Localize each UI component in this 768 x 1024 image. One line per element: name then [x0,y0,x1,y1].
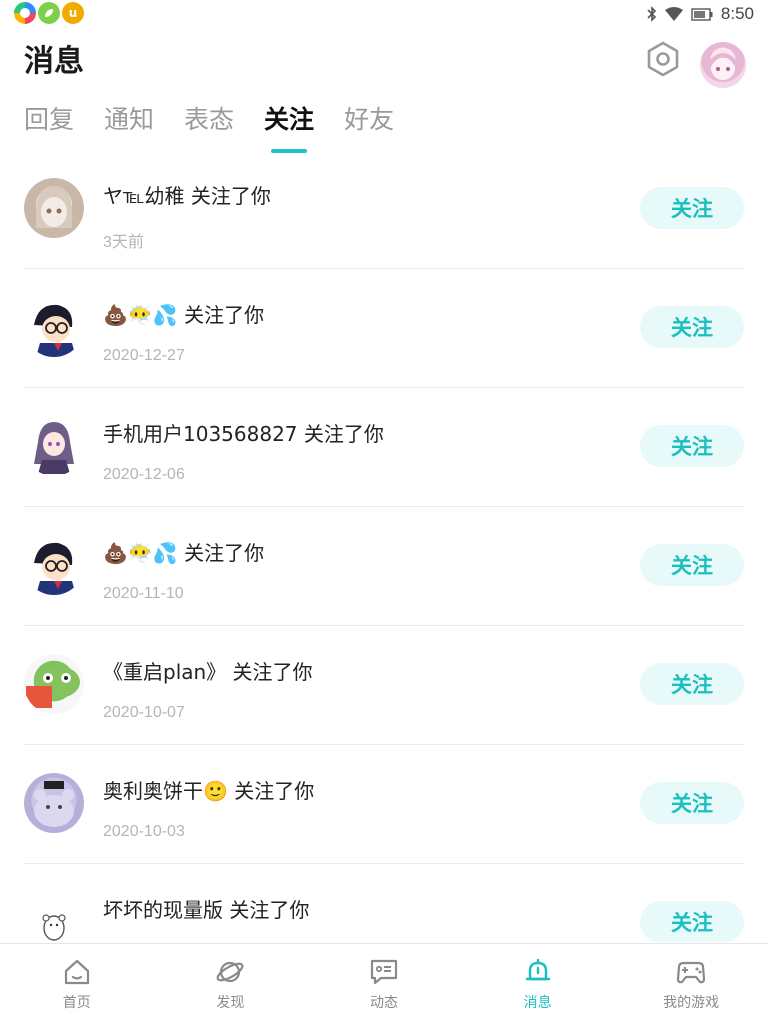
follow-time: 2020-12-27 [103,347,185,364]
feed-icon [368,956,400,988]
list-item: 💩😶‍🌫️💦 关注了你 2020-12-27 关注 [24,269,744,388]
status-bar: u 8:50 [0,0,768,28]
follow-message: 💩😶‍🌫️💦 关注了你 [103,303,265,327]
tab-reactions[interactable]: 表态 [184,100,234,156]
list-item: ヤ℡幼稚 关注了你 3天前 关注 [24,150,744,269]
follow-message: 《重启plan》 关注了你 [103,660,313,684]
nav-label: 我的游戏 [663,995,720,1011]
nav-label: 消息 [523,995,552,1011]
user-avatar[interactable] [24,178,84,238]
home-icon [61,956,93,988]
list-item: 坏坏的现量版 关注了你 关注 [24,864,744,942]
page-title: 消息 [24,44,84,79]
nav-label: 首页 [62,995,91,1011]
nav-messages[interactable]: 消息 [461,944,615,1024]
settings-button[interactable] [642,38,684,80]
message-tabs: 回复 通知 表态 关注 好友 [24,100,424,156]
nav-discover[interactable]: 发现 [154,944,308,1024]
status-app-icons: u [14,2,84,24]
anime-character-avatar-icon [34,422,74,474]
user-avatar[interactable] [24,773,84,833]
list-item: 💩😶‍🌫️💦 关注了你 2020-11-10 关注 [24,507,744,626]
follow-message: ヤ℡幼稚 关注了你 [103,184,271,208]
nav-label: 动态 [369,995,398,1011]
leaf-app-icon [38,2,60,24]
bottom-nav: 首页 发现 动态 消息 我的游戏 [0,943,768,1024]
planet-icon [214,956,246,988]
tab-friends[interactable]: 好友 [344,100,394,156]
user-avatar[interactable] [24,535,84,595]
follow-button[interactable]: 关注 [640,901,744,942]
tab-notifications[interactable]: 通知 [104,100,154,156]
follow-button[interactable]: 关注 [640,782,744,824]
follow-time: 2020-12-06 [103,466,185,483]
u-app-icon: u [62,2,84,24]
follow-message: 奥利奥饼干🙂 关注了你 [103,779,315,803]
frog-avatar-icon [26,666,80,708]
follow-button[interactable]: 关注 [640,306,744,348]
nav-home[interactable]: 首页 [0,944,154,1024]
list-item: 《重启plan》 关注了你 2020-10-07 关注 [24,626,744,745]
nav-feed[interactable]: 动态 [307,944,461,1024]
bluetooth-icon [647,6,657,22]
status-indicators: 8:50 [647,4,754,24]
follow-time: 2020-11-10 [103,585,184,602]
nav-my-games[interactable]: 我的游戏 [614,944,768,1024]
nav-label: 发现 [216,995,245,1011]
status-time: 8:50 [720,4,754,23]
follow-time: 2020-10-03 [103,823,185,840]
bear-avatar-icon [34,781,74,827]
follow-button[interactable]: 关注 [640,187,744,229]
detective-cartoon-avatar-icon [34,304,76,357]
follow-button[interactable]: 关注 [640,425,744,467]
list-item: 奥利奥饼干🙂 关注了你 2020-10-03 关注 [24,745,744,864]
follow-message: 💩😶‍🌫️💦 关注了你 [103,541,265,565]
detective-cartoon-avatar-icon [34,542,76,595]
follow-message: 坏坏的现量版 关注了你 [103,898,310,922]
follow-button[interactable]: 关注 [640,663,744,705]
gamepad-icon [675,956,707,988]
battery-icon [691,7,713,21]
multicolor-app-icon [14,2,36,24]
follow-message: 手机用户103568827 关注了你 [103,422,384,446]
user-avatar[interactable] [24,416,84,476]
bell-icon [522,956,554,988]
tab-replies[interactable]: 回复 [24,100,74,156]
follow-time: 2020-10-07 [103,704,185,721]
wifi-icon [664,7,683,21]
settings-icon [647,41,679,77]
follow-time: 3天前 [103,234,144,251]
user-avatar[interactable] [24,654,84,714]
user-avatar[interactable] [24,892,84,942]
user-avatar[interactable] [24,297,84,357]
follow-list: ヤ℡幼稚 关注了你 3天前 关注 💩😶‍🌫️💦 关注了你 2020-12-27 … [0,150,768,942]
sketch-bear-avatar-icon [42,914,66,941]
follow-button[interactable]: 关注 [640,544,744,586]
user-avatar[interactable] [700,42,746,88]
anime-face-avatar-icon [36,186,72,228]
tab-follows[interactable]: 关注 [264,100,314,156]
anime-girl-avatar-icon [708,53,738,80]
list-item: 手机用户103568827 关注了你 2020-12-06 关注 [24,388,744,507]
